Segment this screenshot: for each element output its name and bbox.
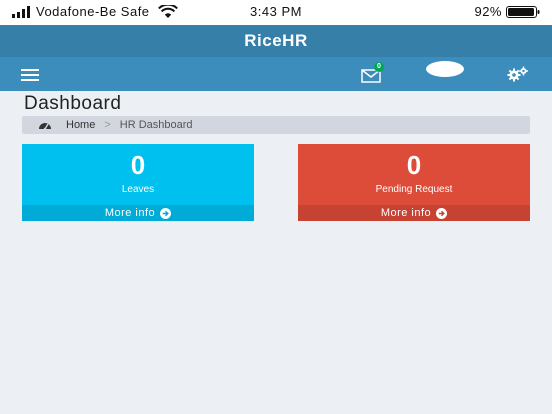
mail-badge: 0 <box>374 62 384 72</box>
pending-more-info-link[interactable]: More info <box>298 205 530 221</box>
breadcrumb-current: HR Dashboard <box>119 119 193 131</box>
battery-icon <box>506 5 540 18</box>
breadcrumb-separator: > <box>104 119 111 131</box>
battery-percent: 92% <box>474 4 502 19</box>
arrow-circle-right-icon <box>160 207 172 219</box>
status-time: 3:43 PM <box>250 4 302 19</box>
top-navbar: 0 <box>0 57 552 91</box>
pending-request-tile: 0 Pending Request More info <box>298 144 530 221</box>
messages-button[interactable]: 0 <box>361 62 385 84</box>
arrow-circle-right-icon <box>436 207 448 219</box>
more-info-label: More info <box>104 207 156 219</box>
status-right: 92% <box>474 4 540 19</box>
app-header: RiceHR <box>0 25 552 57</box>
gears-icon[interactable] <box>507 66 529 82</box>
pending-request-count: 0 <box>406 150 422 180</box>
leaves-more-info-link[interactable]: More info <box>22 205 254 221</box>
leaves-count: 0 <box>130 150 146 180</box>
app-title: RiceHR <box>244 31 308 50</box>
pending-request-label: Pending Request <box>375 184 453 195</box>
leaves-tile: 0 Leaves More info <box>22 144 254 221</box>
user-avatar[interactable] <box>426 61 464 77</box>
breadcrumb: Home > HR Dashboard <box>22 116 530 134</box>
breadcrumb-home[interactable]: Home <box>66 119 95 131</box>
hamburger-icon[interactable] <box>21 69 39 81</box>
leaves-label: Leaves <box>121 184 155 195</box>
dashboard-icon <box>39 123 51 130</box>
status-bar: Vodafone-Be Safe 3:43 PM 92% <box>0 0 552 25</box>
page-title: Dashboard <box>24 93 122 114</box>
more-info-label: More info <box>380 207 432 219</box>
